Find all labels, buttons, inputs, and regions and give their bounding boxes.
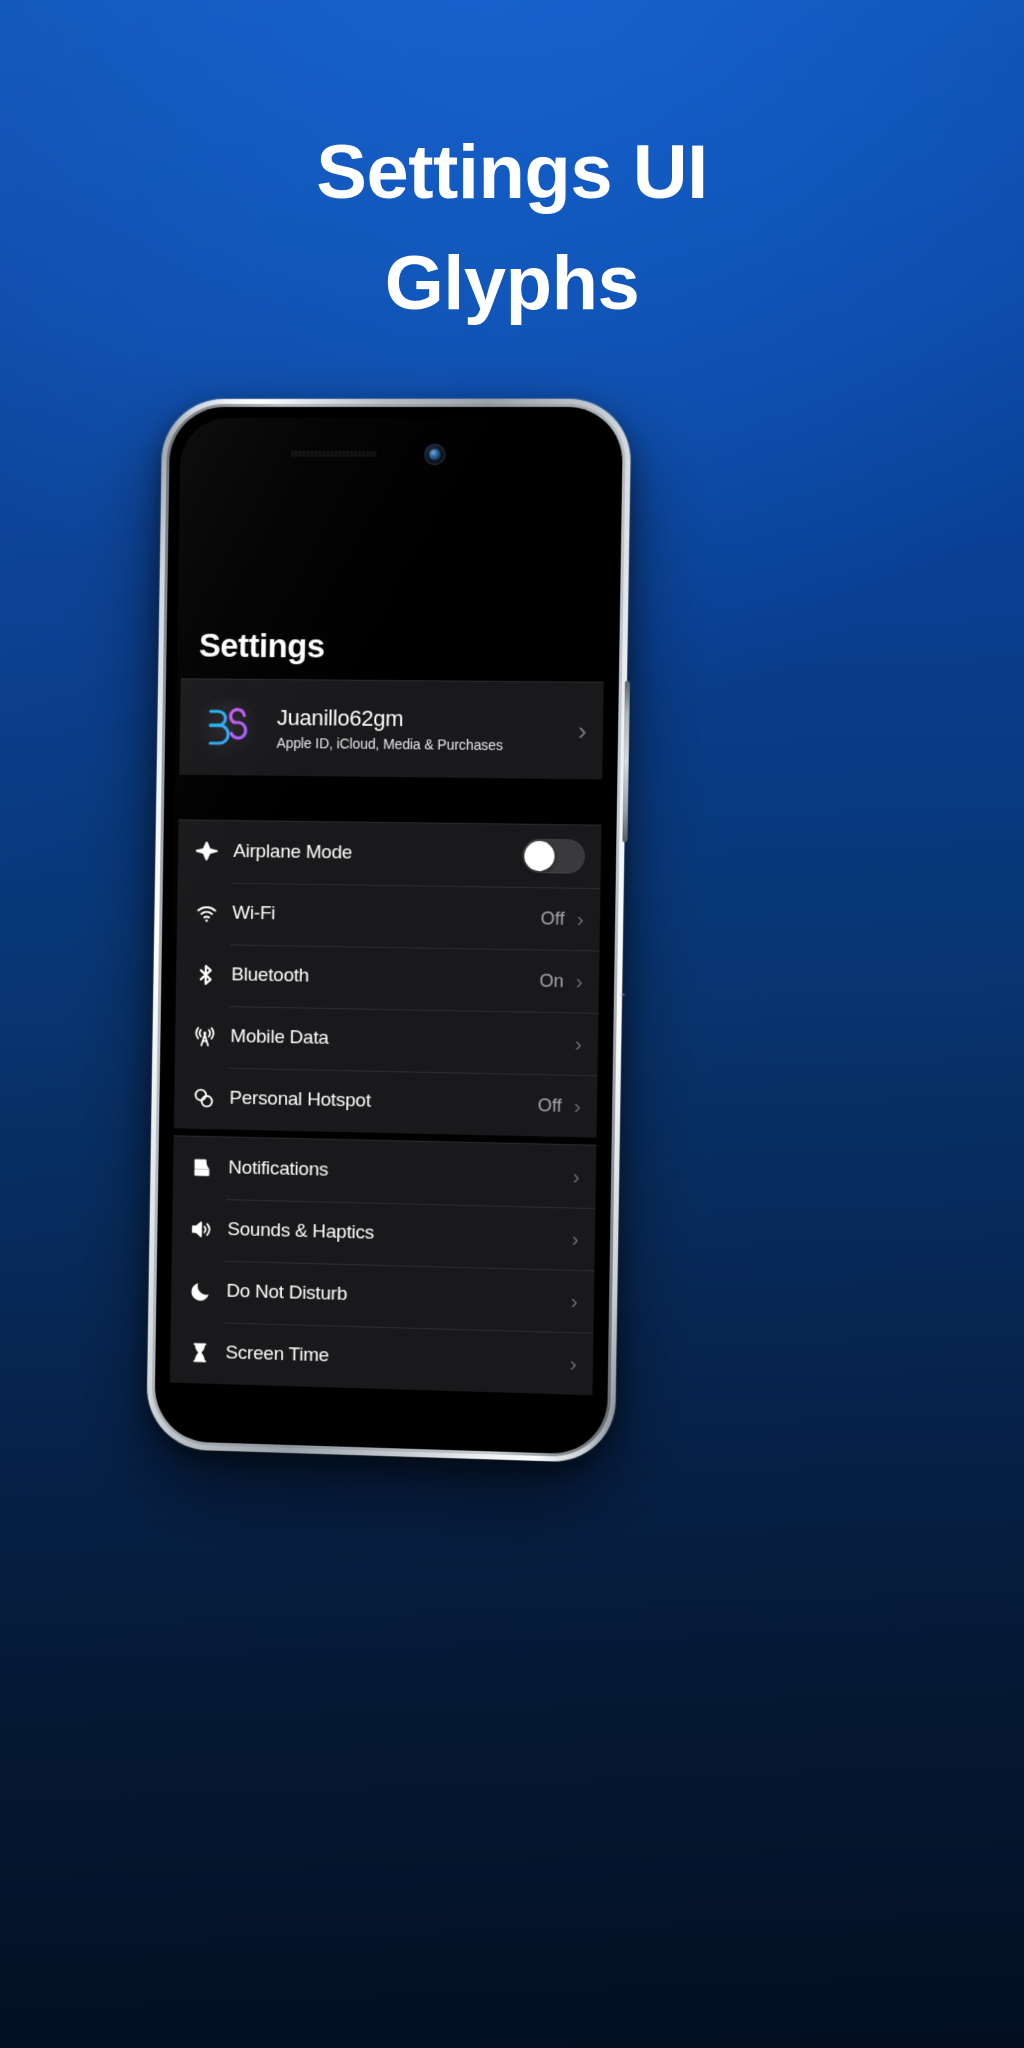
page-heading: Settings bbox=[198, 626, 325, 665]
toggle-knob bbox=[524, 840, 555, 872]
row-label: Screen Time bbox=[225, 1342, 330, 1367]
account-name: Juanillo62gm bbox=[276, 704, 404, 731]
wifi-icon bbox=[195, 901, 229, 925]
row-personal-hotspot[interactable]: Personal Hotspot Off › bbox=[174, 1067, 598, 1138]
chevron-right-icon: › bbox=[571, 1227, 579, 1251]
row-airplane-mode[interactable]: Airplane Mode bbox=[178, 820, 602, 888]
settings-group-alerts: Notifications › Sounds & Haptics › Do No… bbox=[169, 1135, 597, 1397]
settings-group-connectivity: Airplane Mode Wi-Fi Off › Bluetooth On ›… bbox=[173, 819, 602, 1139]
airplane-icon bbox=[195, 839, 230, 863]
moon-icon bbox=[189, 1279, 223, 1304]
row-sounds-haptics[interactable]: Sounds & Haptics › bbox=[172, 1198, 596, 1271]
settings-app: Settings Juanillo62gm Apple ID, iCloud, … bbox=[165, 418, 612, 1444]
row-bluetooth[interactable]: Bluetooth On › bbox=[176, 944, 600, 1013]
account-group: Juanillo62gm Apple ID, iCloud, Media & P… bbox=[179, 678, 604, 781]
chevron-right-icon: › bbox=[570, 1289, 578, 1313]
row-label: Wi-Fi bbox=[232, 902, 276, 925]
row-label: Do Not Disturb bbox=[226, 1280, 348, 1305]
chevron-right-icon: › bbox=[575, 969, 584, 993]
account-text: Juanillo62gm Apple ID, iCloud, Media & P… bbox=[276, 705, 570, 754]
row-value: Off bbox=[540, 907, 565, 929]
phone-bezel: Settings Juanillo62gm Apple ID, iCloud, … bbox=[154, 406, 624, 1456]
row-label: Personal Hotspot bbox=[229, 1087, 372, 1112]
row-screen-time[interactable]: Screen Time › bbox=[170, 1321, 594, 1395]
hourglass-icon bbox=[188, 1340, 222, 1365]
row-wifi[interactable]: Wi-Fi Off › bbox=[177, 882, 601, 951]
chevron-right-icon: › bbox=[576, 907, 584, 931]
bluetooth-icon bbox=[194, 963, 228, 987]
account-row[interactable]: Juanillo62gm Apple ID, iCloud, Media & P… bbox=[179, 679, 603, 779]
page-title-line-1: Settings UI bbox=[316, 130, 708, 215]
row-label: Airplane Mode bbox=[233, 840, 353, 864]
row-notifications[interactable]: Notifications › bbox=[173, 1136, 597, 1208]
frame-antenna-line bbox=[619, 993, 626, 997]
row-value: Off bbox=[537, 1094, 562, 1116]
chevron-right-icon: › bbox=[569, 1351, 577, 1376]
phone-mockup: Settings Juanillo62gm Apple ID, iCloud, … bbox=[146, 398, 632, 1464]
chevron-right-icon: › bbox=[573, 1094, 582, 1118]
page-title: Settings UI Glyphs bbox=[0, 118, 1024, 340]
chevron-right-icon: › bbox=[577, 715, 588, 746]
chevron-right-icon: › bbox=[572, 1164, 580, 1189]
row-label: Sounds & Haptics bbox=[227, 1219, 375, 1244]
account-subtitle: Apple ID, iCloud, Media & Purchases bbox=[276, 735, 503, 754]
row-mobile-data[interactable]: Mobile Data › bbox=[175, 1005, 599, 1075]
page-title-line-2: Glyphs bbox=[384, 240, 640, 326]
antenna-icon bbox=[193, 1024, 227, 1049]
avatar bbox=[197, 697, 258, 758]
speaker-icon bbox=[190, 1217, 224, 1242]
row-label: Mobile Data bbox=[230, 1026, 329, 1049]
row-value: On bbox=[539, 970, 564, 991]
row-label: Notifications bbox=[228, 1157, 329, 1181]
chevron-right-icon: › bbox=[574, 1032, 583, 1056]
row-label: Bluetooth bbox=[231, 964, 310, 987]
airplane-mode-toggle[interactable] bbox=[522, 838, 586, 874]
phone-frame: Settings Juanillo62gm Apple ID, iCloud, … bbox=[146, 398, 632, 1464]
phone-screen: Settings Juanillo62gm Apple ID, iCloud, … bbox=[165, 417, 612, 1444]
notification-icon bbox=[191, 1156, 225, 1181]
hotspot-icon bbox=[192, 1086, 226, 1111]
